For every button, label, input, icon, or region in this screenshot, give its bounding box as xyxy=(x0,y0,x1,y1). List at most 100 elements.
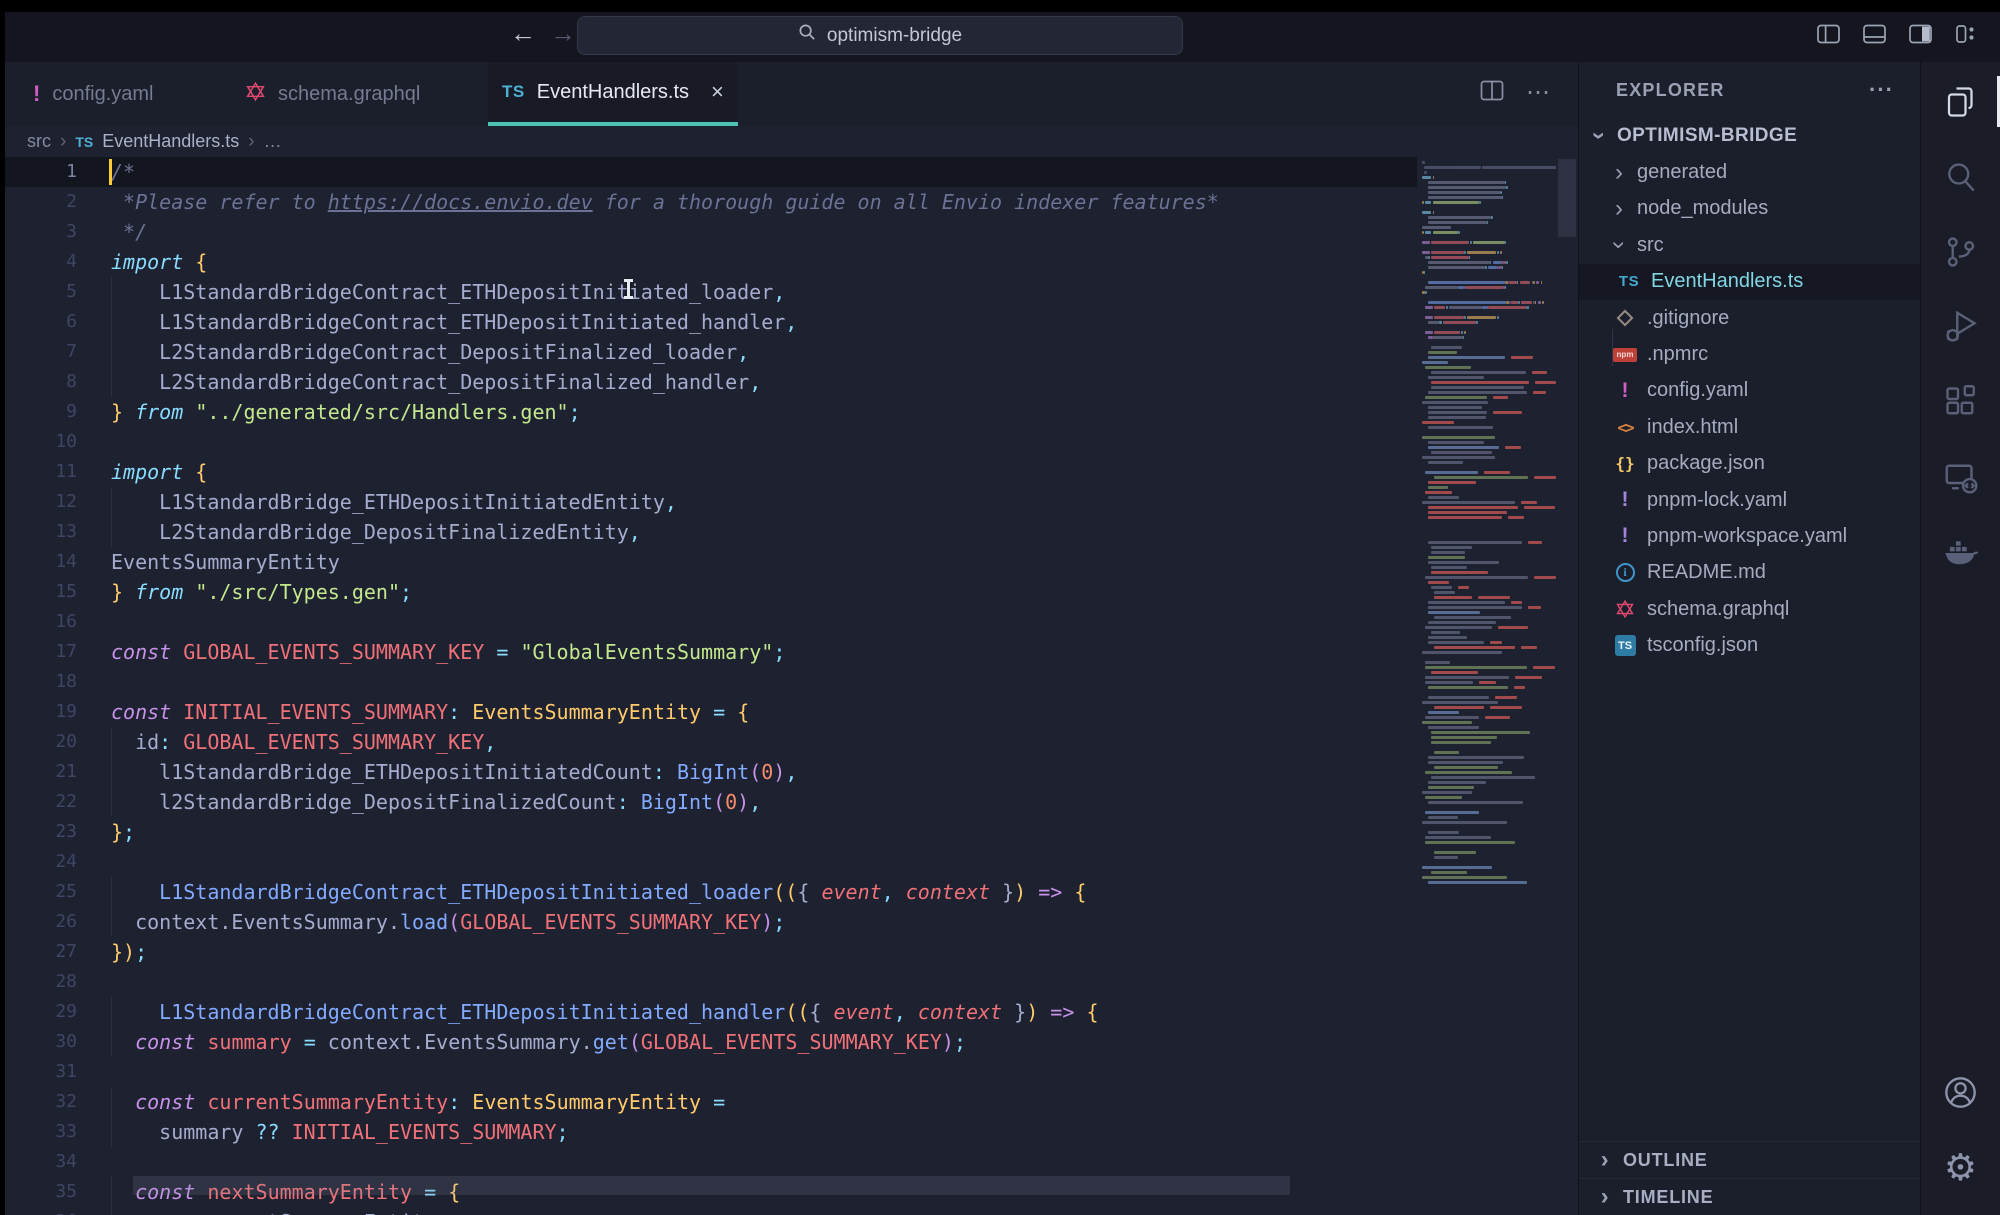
more-actions-icon[interactable]: ⋯ xyxy=(1526,78,1552,107)
code-line[interactable]: 33 summary ?? INITIAL_EVENTS_SUMMARY; xyxy=(5,1117,1417,1147)
code-line[interactable]: 22 l2StandardBridge_DepositFinalizedCoun… xyxy=(5,787,1417,817)
toggle-primary-sidebar-icon[interactable] xyxy=(1817,24,1840,44)
tree-folder-src[interactable]: ›src xyxy=(1579,227,1920,263)
line-number: 17 xyxy=(5,637,77,667)
toggle-panel-icon[interactable] xyxy=(1863,24,1886,44)
code-line[interactable]: 13 L2StandardBridge_DepositFinalizedEnti… xyxy=(5,517,1417,547)
customize-layout-icon[interactable] xyxy=(1955,24,1978,44)
search-activity-icon[interactable] xyxy=(1921,139,2000,214)
code-editor[interactable]: 1/*2 *Please refer to https://docs.envio… xyxy=(5,157,1578,1215)
code-line[interactable]: 14EventsSummaryEntity xyxy=(5,547,1417,577)
nav-forward-icon[interactable]: → xyxy=(550,18,576,49)
settings-gear-icon[interactable]: ⚙ xyxy=(1921,1130,2000,1205)
code-line[interactable]: 3 */ xyxy=(5,217,1417,247)
explorer-sidebar: EXPLORER ··· ›OPTIMISM-BRIDGE›generated›… xyxy=(1578,62,1920,1215)
extensions-icon[interactable] xyxy=(1921,364,2000,439)
code-line[interactable]: 11import { xyxy=(5,457,1417,487)
code-line[interactable]: 5 L1StandardBridgeContract_ETHDepositIni… xyxy=(5,277,1417,307)
nav-back-icon[interactable]: ← xyxy=(510,18,536,49)
tree-item-label: .npmrc xyxy=(1647,343,1708,366)
code-line[interactable]: 6 L1StandardBridgeContract_ETHDepositIni… xyxy=(5,307,1417,337)
outline-section[interactable]: › OUTLINE xyxy=(1579,1141,1920,1178)
code-line[interactable]: 18 xyxy=(5,667,1417,697)
tree-item-label: EventHandlers.ts xyxy=(1651,270,1803,293)
tree-file--gitignore[interactable]: .gitignore xyxy=(1579,300,1920,336)
tree-item-label: config.yaml xyxy=(1647,379,1748,402)
text-cursor xyxy=(109,159,112,185)
breadcrumb-folder[interactable]: src xyxy=(27,131,51,152)
tree-root-folder[interactable]: ›OPTIMISM-BRIDGE xyxy=(1579,118,1920,154)
tree-file-schema-graphql[interactable]: schema.graphql xyxy=(1579,591,1920,627)
views-more-icon[interactable]: ··· xyxy=(1869,77,1894,103)
split-editor-icon[interactable] xyxy=(1480,80,1504,106)
search-icon xyxy=(798,23,817,48)
code-line[interactable]: 16 xyxy=(5,607,1417,637)
editor-group: ! config.yaml schema.graphql TS EventHan… xyxy=(5,62,1578,1215)
breadcrumb-symbol[interactable]: … xyxy=(264,131,282,152)
code-line[interactable]: 24 xyxy=(5,847,1417,877)
command-center-search[interactable]: optimism-bridge xyxy=(577,16,1183,55)
vertical-scrollbar[interactable] xyxy=(1556,157,1578,1215)
remote-explorer-icon[interactable] xyxy=(1921,439,2000,514)
code-line[interactable]: 28 xyxy=(5,967,1417,997)
code-line[interactable]: 8 L2StandardBridgeContract_DepositFinali… xyxy=(5,367,1417,397)
code-line[interactable]: 7 L2StandardBridgeContract_DepositFinali… xyxy=(5,337,1417,367)
code-line[interactable]: 32 const currentSummaryEntity: EventsSum… xyxy=(5,1087,1417,1117)
tree-file-config-yaml[interactable]: !config.yaml xyxy=(1579,373,1920,409)
tree-folder-generated[interactable]: ›generated xyxy=(1579,154,1920,190)
account-icon[interactable] xyxy=(1921,1055,2000,1130)
docker-icon[interactable] xyxy=(1921,514,2000,589)
code-text: const INITIAL_EVENTS_SUMMARY: EventsSumm… xyxy=(111,697,749,727)
code-line[interactable]: 29 L1StandardBridgeContract_ETHDepositIn… xyxy=(5,997,1417,1027)
close-tab-icon[interactable]: × xyxy=(711,79,724,105)
code-line[interactable]: 27}); xyxy=(5,937,1417,967)
tab-eventhandlers-ts[interactable]: TS EventHandlers.ts × xyxy=(488,62,738,126)
code-line[interactable]: 1/* xyxy=(5,157,1417,187)
tree-file-pnpm-lock-yaml[interactable]: !pnpm-lock.yaml xyxy=(1579,482,1920,518)
npm-icon: npm xyxy=(1613,348,1637,362)
code-line[interactable]: 34 xyxy=(5,1147,1417,1177)
timeline-section[interactable]: › TIMELINE xyxy=(1579,1178,1920,1215)
code-line[interactable]: 23}; xyxy=(5,817,1417,847)
code-line[interactable]: 9} from "../generated/src/Handlers.gen"; xyxy=(5,397,1417,427)
code-line[interactable]: 15} from "./src/Types.gen"; xyxy=(5,577,1417,607)
line-number: 3 xyxy=(5,217,77,247)
code-line[interactable]: 30 const summary = context.EventsSummary… xyxy=(5,1027,1417,1057)
tree-file--npmrc[interactable]: npm .npmrc xyxy=(1579,336,1920,372)
code-text: L1StandardBridgeContract_ETHDepositIniti… xyxy=(111,877,1086,907)
tree-item-label: index.html xyxy=(1647,416,1738,439)
line-number: 1 xyxy=(5,157,77,187)
tab-schema-graphql[interactable]: schema.graphql xyxy=(231,62,434,126)
tree-file-readme-md[interactable]: iREADME.md xyxy=(1579,555,1920,591)
code-line[interactable]: 2 *Please refer to https://docs.envio.de… xyxy=(5,187,1417,217)
explorer-activity-icon[interactable] xyxy=(1921,64,2000,139)
run-and-debug-icon[interactable] xyxy=(1921,289,2000,364)
source-control-icon[interactable] xyxy=(1921,214,2000,289)
tree-file-tsconfig-json[interactable]: TStsconfig.json xyxy=(1579,627,1920,663)
code-line[interactable]: 10 xyxy=(5,427,1417,457)
code-line[interactable]: 31 xyxy=(5,1057,1417,1087)
toggle-secondary-sidebar-icon[interactable] xyxy=(1909,24,1932,44)
breadcrumb-file[interactable]: EventHandlers.ts xyxy=(102,131,239,152)
section-label: TIMELINE xyxy=(1623,1187,1713,1208)
search-value: optimism-bridge xyxy=(827,25,962,47)
tree-folder-node-modules[interactable]: ›node_modules xyxy=(1579,191,1920,227)
chevron-right-icon: › xyxy=(60,131,66,153)
code-line[interactable]: 4import { xyxy=(5,247,1417,277)
tree-file-package-json[interactable]: {}package.json xyxy=(1579,446,1920,482)
tree-file-index-html[interactable]: <>index.html xyxy=(1579,409,1920,445)
horizontal-scrollbar[interactable] xyxy=(133,1176,1290,1195)
minimap[interactable] xyxy=(1422,157,1556,1215)
code-line[interactable]: 21 l1StandardBridge_ETHDepositInitiatedC… xyxy=(5,757,1417,787)
tree-file-eventhandlers-ts[interactable]: TSEventHandlers.ts xyxy=(1579,264,1920,300)
code-line[interactable]: 20 id: GLOBAL_EVENTS_SUMMARY_KEY, xyxy=(5,727,1417,757)
code-line[interactable]: 36 ...currentSummaryEntity, xyxy=(5,1207,1417,1215)
code-line[interactable]: 26 context.EventsSummary.load(GLOBAL_EVE… xyxy=(5,907,1417,937)
code-line[interactable]: 17const GLOBAL_EVENTS_SUMMARY_KEY = "Glo… xyxy=(5,637,1417,667)
code-line[interactable]: 12 L1StandardBridge_ETHDepositInitiatedE… xyxy=(5,487,1417,517)
breadcrumb[interactable]: src › TS EventHandlers.ts › … xyxy=(5,126,1578,157)
code-line[interactable]: 25 L1StandardBridgeContract_ETHDepositIn… xyxy=(5,877,1417,907)
tab-config-yaml[interactable]: ! config.yaml xyxy=(19,62,167,126)
tree-file-pnpm-workspace-yaml[interactable]: !pnpm-workspace.yaml xyxy=(1579,518,1920,554)
code-line[interactable]: 19const INITIAL_EVENTS_SUMMARY: EventsSu… xyxy=(5,697,1417,727)
